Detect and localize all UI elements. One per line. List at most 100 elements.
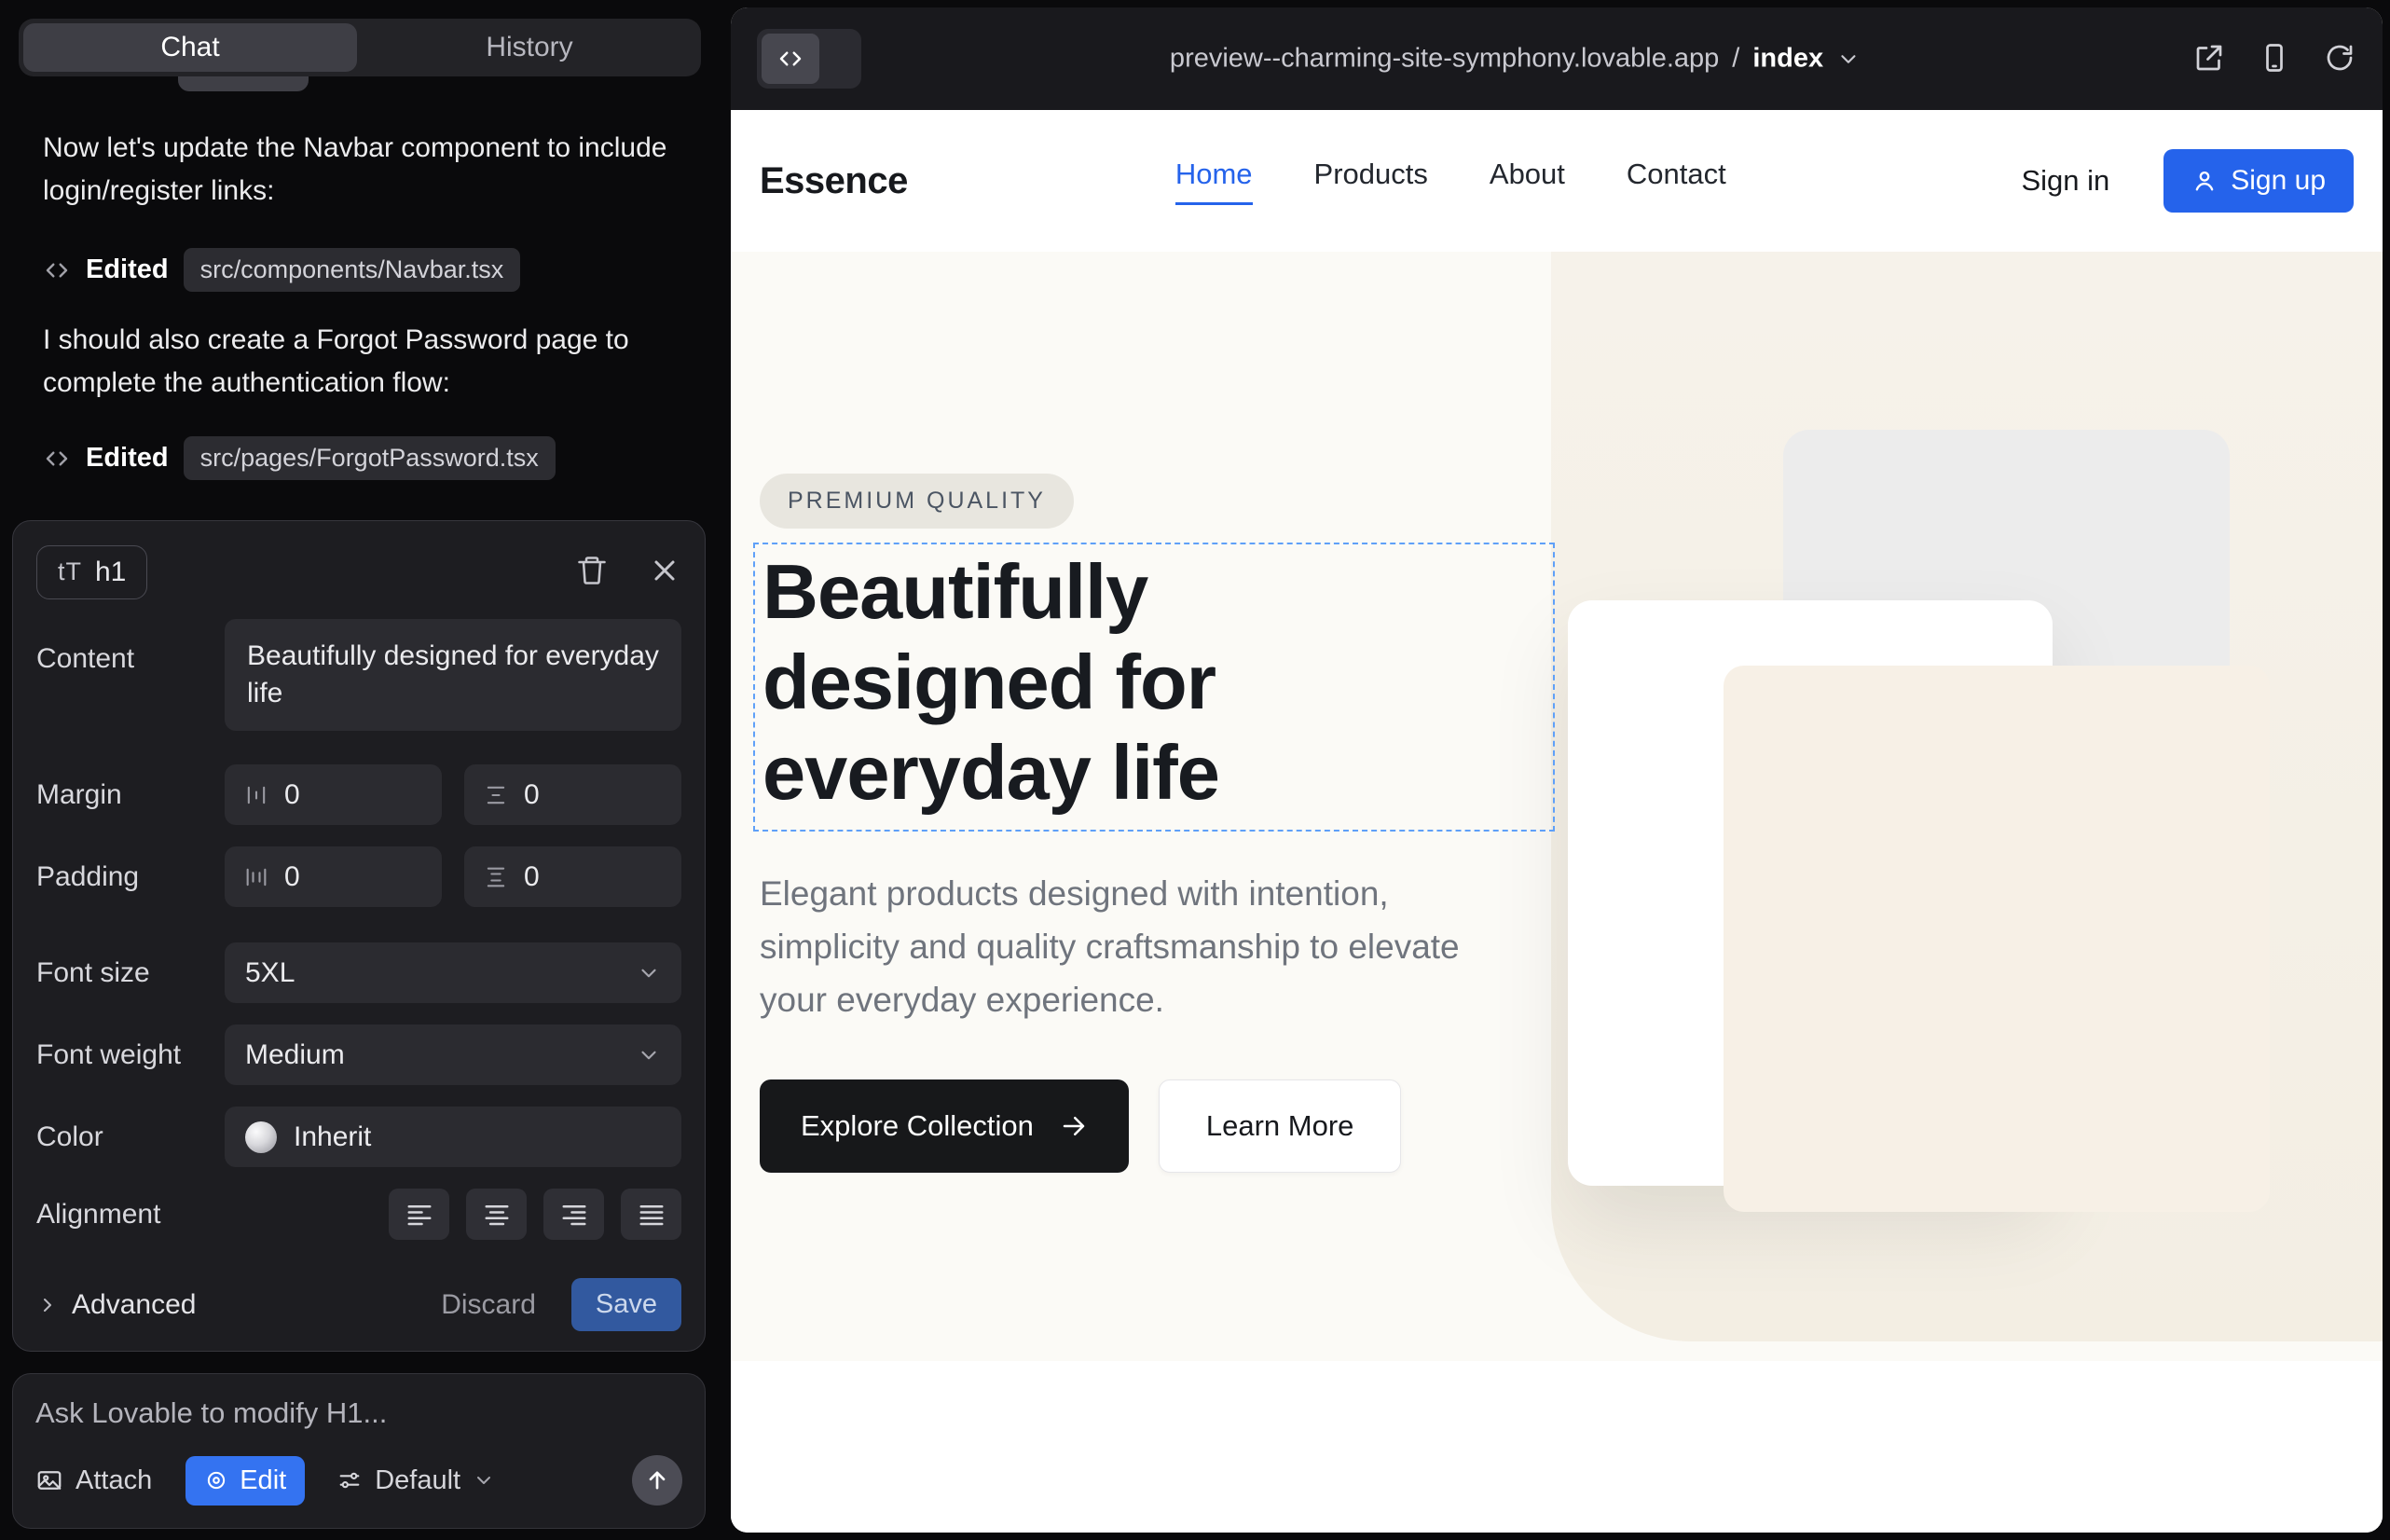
- sign-up-button[interactable]: Sign up: [2163, 149, 2354, 213]
- mobile-view-button[interactable]: [2258, 41, 2291, 77]
- alignment-row: Alignment: [36, 1189, 681, 1240]
- font-weight-select[interactable]: Medium: [225, 1024, 681, 1085]
- sliders-icon: [337, 1467, 363, 1493]
- content-row: Content Beautifully designed for everyda…: [36, 619, 681, 731]
- target-icon: [204, 1468, 228, 1492]
- selected-element-tag[interactable]: tT h1: [36, 545, 147, 599]
- hero-paragraph: Elegant products designed with intention…: [760, 867, 1505, 1026]
- color-row: Color Inherit: [36, 1107, 681, 1167]
- chevron-right-icon: [36, 1294, 59, 1316]
- color-select[interactable]: Inherit: [225, 1107, 681, 1167]
- send-button[interactable]: [632, 1455, 682, 1506]
- refresh-button[interactable]: [2323, 41, 2356, 77]
- image-icon: [35, 1466, 63, 1494]
- toggle-handle[interactable]: [819, 34, 857, 84]
- hero-badge: PREMIUM QUALITY: [760, 474, 1074, 529]
- align-right-button[interactable]: [543, 1189, 604, 1240]
- editor-footer: Advanced Discard Save: [36, 1278, 681, 1331]
- code-preview-toggle[interactable]: [757, 29, 861, 89]
- explore-collection-button[interactable]: Explore Collection: [760, 1079, 1129, 1173]
- horizontal-padding-icon: [243, 864, 269, 890]
- hero-heading[interactable]: Beautifully designed for everyday life: [755, 544, 1553, 818]
- smartphone-icon: [2258, 41, 2291, 75]
- vertical-padding-icon: [483, 864, 509, 890]
- align-center-button[interactable]: [466, 1189, 527, 1240]
- content-input[interactable]: Beautifully designed for everyday life: [225, 619, 681, 731]
- vertical-spacing-icon: [483, 782, 509, 808]
- content-label: Content: [36, 619, 225, 675]
- margin-row: Margin 0 0: [36, 764, 681, 825]
- padding-y-input[interactable]: 0: [464, 846, 681, 907]
- close-editor-button[interactable]: [648, 554, 681, 590]
- code-icon[interactable]: [762, 34, 819, 84]
- selected-element-outline: Beautifully designed for everyday life: [753, 543, 1555, 832]
- file-chip[interactable]: src/components/Navbar.tsx: [184, 248, 521, 292]
- color-value: Inherit: [294, 1121, 371, 1153]
- margin-x-value: 0: [284, 779, 300, 811]
- chevron-down-icon: [637, 1043, 661, 1067]
- heading-line: everyday life: [762, 727, 1553, 818]
- attach-label: Attach: [76, 1465, 152, 1496]
- preview-topbar: preview--charming-site-symphony.lovable.…: [731, 7, 2383, 110]
- arrow-up-icon: [644, 1467, 670, 1493]
- site-preview: Essence Home Products About Contact Sign…: [731, 110, 2383, 1533]
- align-left-button[interactable]: [389, 1189, 449, 1240]
- advanced-toggle[interactable]: Advanced: [36, 1289, 196, 1321]
- explore-collection-label: Explore Collection: [801, 1109, 1034, 1143]
- open-external-button[interactable]: [2192, 41, 2226, 77]
- refresh-icon: [2323, 41, 2356, 75]
- path-separator: /: [1732, 44, 1739, 75]
- nav-link-home[interactable]: Home: [1175, 158, 1253, 205]
- editor-header: tT h1: [36, 543, 681, 600]
- sign-in-button[interactable]: Sign in: [2021, 164, 2109, 198]
- align-right-icon: [560, 1201, 588, 1229]
- file-chip[interactable]: src/pages/ForgotPassword.tsx: [184, 436, 556, 480]
- hero-cta-row: Explore Collection Learn More: [760, 1079, 1401, 1173]
- color-swatch: [245, 1121, 277, 1153]
- font-weight-value: Medium: [245, 1039, 345, 1071]
- code-icon: [43, 256, 71, 284]
- align-justify-icon: [638, 1201, 666, 1229]
- preview-url[interactable]: preview--charming-site-symphony.lovable.…: [1170, 44, 1861, 75]
- decorative-card-beige: [1724, 666, 2270, 1212]
- attach-button[interactable]: Attach: [35, 1465, 152, 1496]
- font-size-select[interactable]: 5XL: [225, 942, 681, 1003]
- nav-link-contact[interactable]: Contact: [1627, 158, 1726, 205]
- padding-x-value: 0: [284, 861, 300, 893]
- nav-link-products[interactable]: Products: [1314, 158, 1428, 205]
- hero-section: PREMIUM QUALITY Beautifully designed for…: [731, 252, 2383, 1361]
- model-default-button[interactable]: Default: [337, 1465, 495, 1496]
- delete-element-button[interactable]: [575, 554, 609, 590]
- chevron-down-icon: [637, 961, 661, 985]
- padding-y-value: 0: [524, 861, 540, 893]
- tab-chat[interactable]: Chat: [23, 23, 357, 72]
- external-link-icon: [2192, 41, 2226, 75]
- site-logo[interactable]: Essence: [760, 160, 908, 202]
- chat-message: I should also create a Forgot Password p…: [43, 319, 701, 405]
- site-nav-actions: Sign in Sign up: [2021, 149, 2354, 213]
- edited-file-row: Edited src/pages/ForgotPassword.tsx: [43, 436, 556, 480]
- site-navbar: Essence Home Products About Contact Sign…: [731, 110, 2383, 252]
- chat-history-tabs: Chat History: [19, 19, 701, 76]
- learn-more-button[interactable]: Learn More: [1159, 1079, 1402, 1173]
- heading-line: designed for: [762, 637, 1553, 727]
- save-button[interactable]: Save: [571, 1278, 681, 1331]
- tab-history[interactable]: History: [363, 23, 696, 72]
- preview-pane: preview--charming-site-symphony.lovable.…: [731, 7, 2383, 1533]
- align-justify-button[interactable]: [621, 1189, 681, 1240]
- edit-mode-button[interactable]: Edit: [185, 1456, 305, 1506]
- nav-link-about[interactable]: About: [1490, 158, 1565, 205]
- chat-composer[interactable]: Ask Lovable to modify H1... Attach Edit: [12, 1373, 706, 1529]
- heading-line: Beautifully: [762, 546, 1553, 637]
- user-icon: [2191, 168, 2218, 194]
- margin-x-input[interactable]: 0: [225, 764, 442, 825]
- margin-y-input[interactable]: 0: [464, 764, 681, 825]
- close-icon: [648, 554, 681, 587]
- chat-panel: Chat History Now let's update the Navbar…: [0, 0, 729, 1540]
- discard-button[interactable]: Discard: [441, 1289, 536, 1321]
- composer-placeholder[interactable]: Ask Lovable to modify H1...: [35, 1396, 682, 1430]
- font-size-row: Font size 5XL: [36, 942, 681, 1003]
- chat-message: Now let's update the Navbar component to…: [43, 127, 701, 213]
- padding-x-input[interactable]: 0: [225, 846, 442, 907]
- padding-row: Padding 0 0: [36, 846, 681, 907]
